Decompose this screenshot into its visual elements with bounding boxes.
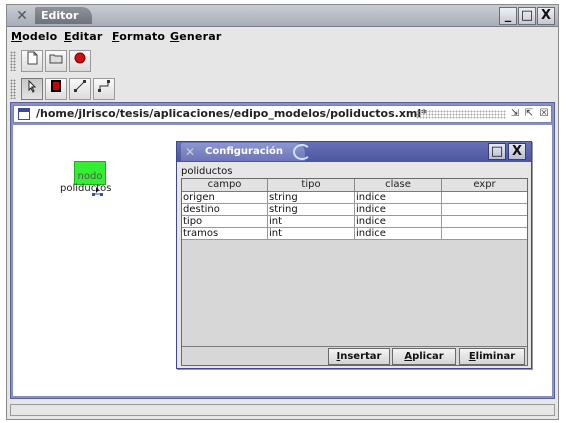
cell-clase[interactable]: indice xyxy=(355,204,442,215)
cell-tipo[interactable]: int xyxy=(268,228,355,239)
dialog-button-bar: Insertar Aplicar Eliminar xyxy=(182,346,527,365)
cell-expr[interactable] xyxy=(442,204,527,215)
eliminar-button[interactable]: Eliminar xyxy=(459,348,525,365)
menu-editar-mnemonic: E xyxy=(64,30,72,43)
cell-campo[interactable]: origen xyxy=(182,192,268,203)
title-grip xyxy=(416,110,506,119)
config-dialog: Configuración ✕ □ X poliductos campo tip… xyxy=(176,141,532,369)
cell-campo[interactable]: destino xyxy=(182,204,268,215)
table-header: campo tipo clase expr xyxy=(182,179,527,192)
aplicar-button[interactable]: Aplicar xyxy=(392,348,456,365)
model-node[interactable]: nodo xyxy=(74,161,106,185)
window-title: Editor xyxy=(35,7,93,24)
toolbar-grip[interactable] xyxy=(10,79,16,99)
cell-expr[interactable] xyxy=(442,216,527,227)
connector-icon[interactable] xyxy=(69,78,91,100)
cell-campo[interactable]: tramos xyxy=(182,228,268,239)
document-icon xyxy=(18,108,30,120)
fields-table: campo tipo clase expr origen string indi… xyxy=(181,178,528,366)
cell-expr[interactable] xyxy=(442,228,527,239)
bend-connector-icon[interactable] xyxy=(93,78,115,100)
column-tipo[interactable]: tipo xyxy=(268,179,355,191)
pointer-icon[interactable] xyxy=(21,78,43,100)
edit-toolbar xyxy=(7,76,147,102)
column-campo[interactable]: campo xyxy=(182,179,268,191)
x-app-icon: ✕ xyxy=(16,8,28,24)
cell-clase[interactable]: indice xyxy=(355,192,442,203)
cell-tipo[interactable]: string xyxy=(268,204,355,215)
document-window: /home/jlrisco/tesis/aplicaciones/edipo_m… xyxy=(10,102,555,399)
insertar-label: nsertar xyxy=(340,351,382,362)
node-label: nodo xyxy=(77,171,103,182)
document-path: /home/jlrisco/tesis/aplicaciones/edipo_m… xyxy=(36,107,427,120)
menu-formato[interactable]: Formato xyxy=(112,30,165,43)
new-document-icon[interactable] xyxy=(21,50,43,72)
close-button[interactable]: X xyxy=(537,7,555,25)
record-icon[interactable] xyxy=(69,50,91,72)
aplicar-mnemonic: A xyxy=(404,351,413,362)
iconify-icon[interactable]: ⇲ xyxy=(508,107,522,121)
column-expr[interactable]: expr xyxy=(442,179,527,191)
table-row[interactable]: tipo int indice xyxy=(182,216,527,228)
open-icon[interactable] xyxy=(45,50,67,72)
eliminar-mnemonic: E xyxy=(468,351,476,362)
cell-tipo[interactable]: string xyxy=(268,192,355,203)
menu-generar[interactable]: Generar xyxy=(170,30,221,43)
model-name: poliductos xyxy=(181,166,233,177)
document-title-bar[interactable]: /home/jlrisco/tesis/aplicaciones/edipo_m… xyxy=(13,105,552,123)
maximize-icon[interactable]: ⇱ xyxy=(522,107,536,121)
toolbar-grip[interactable] xyxy=(10,51,16,71)
close-icon[interactable]: ☒ xyxy=(537,107,551,121)
eliminar-label: liminar xyxy=(475,351,516,362)
cell-campo[interactable]: tipo xyxy=(182,216,268,227)
port-handle-icon[interactable] xyxy=(91,187,105,199)
menu-bar: Modelo Editar Formato Generar xyxy=(7,28,558,46)
editor-window: ✕ Editor _ □ X Modelo Editar Formato Gen… xyxy=(6,4,559,420)
menu-generar-label: enerar xyxy=(179,30,222,43)
table-row[interactable]: destino string indice xyxy=(182,204,527,216)
table-row[interactable]: origen string indice xyxy=(182,192,527,204)
stop-icon[interactable] xyxy=(45,78,67,100)
menu-generar-mnemonic: G xyxy=(170,30,180,43)
cell-clase[interactable]: indice xyxy=(355,216,442,227)
status-bar xyxy=(10,404,555,416)
menu-editar-label: ditar xyxy=(71,30,103,43)
menu-editar[interactable]: Editar xyxy=(64,30,102,43)
file-toolbar xyxy=(7,48,107,74)
menu-formato-label: ormato xyxy=(119,30,166,43)
dialog-close-button[interactable]: X xyxy=(508,143,526,160)
table-body: origen string indice destino string indi… xyxy=(182,192,527,240)
aplicar-label: plicar xyxy=(412,351,444,362)
menu-modelo-mnemonic: M xyxy=(11,30,23,43)
cell-expr[interactable] xyxy=(442,192,527,203)
title-bar[interactable]: ✕ Editor _ □ X xyxy=(7,5,558,27)
table-row[interactable]: tramos int indice xyxy=(182,228,527,240)
x-app-icon: ✕ xyxy=(185,145,196,159)
maximize-button[interactable]: □ xyxy=(518,7,536,25)
dialog-title-bar[interactable]: Configuración ✕ □ X xyxy=(177,142,531,162)
swirl-icon xyxy=(293,144,311,160)
menu-modelo[interactable]: Modelo xyxy=(11,30,57,43)
cell-clase[interactable]: indice xyxy=(355,228,442,239)
minimize-button[interactable]: _ xyxy=(499,7,517,25)
insertar-button[interactable]: Insertar xyxy=(328,348,390,365)
dialog-maximize-button[interactable]: □ xyxy=(488,143,506,160)
dialog-title: Configuración xyxy=(181,143,306,161)
column-clase[interactable]: clase xyxy=(355,179,442,191)
cell-tipo[interactable]: int xyxy=(268,216,355,227)
menu-modelo-label: odelo xyxy=(22,30,58,43)
